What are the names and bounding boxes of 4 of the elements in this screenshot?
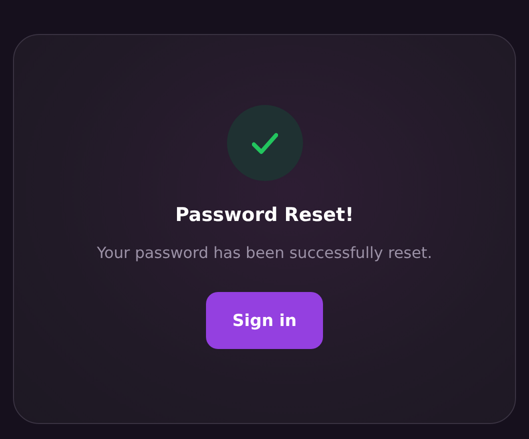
message: Your password has been successfully reset. bbox=[96, 244, 432, 262]
sign-in-button[interactable]: Sign in bbox=[206, 292, 323, 349]
title: Password Reset! bbox=[175, 204, 354, 226]
check-icon bbox=[252, 132, 278, 154]
